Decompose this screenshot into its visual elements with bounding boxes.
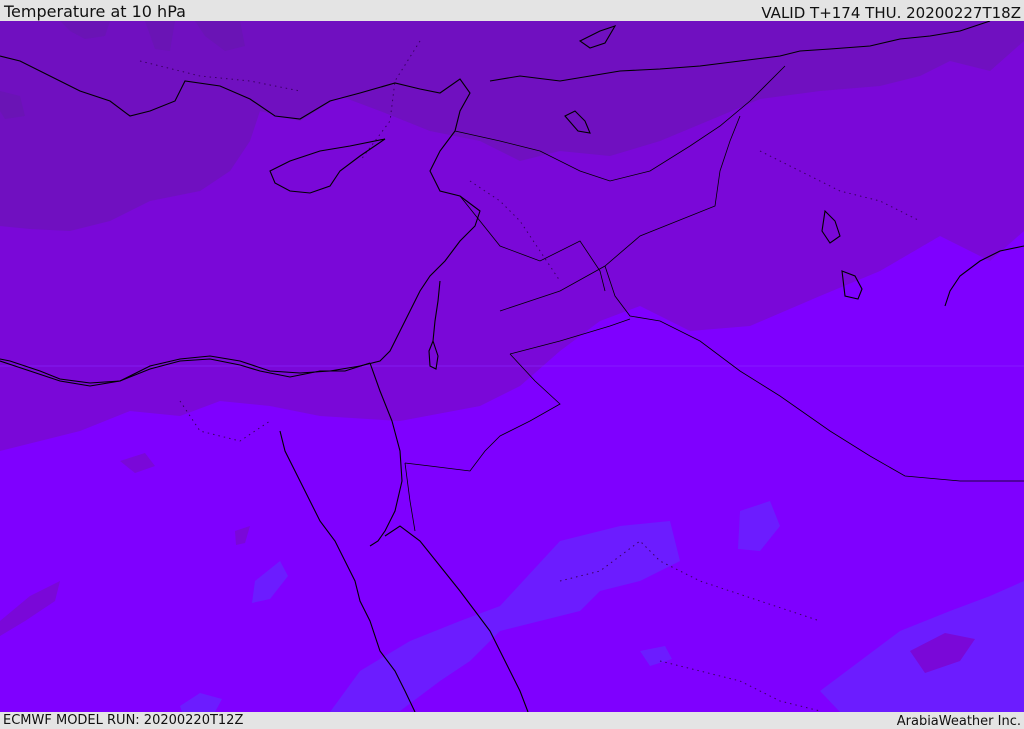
map-title: Temperature at 10 hPa	[4, 2, 186, 21]
model-run: ECMWF MODEL RUN: 20200220T12Z	[3, 713, 244, 728]
map-canvas[interactable]	[0, 21, 1024, 712]
valid-time: VALID T+174 THU. 20200227T18Z	[761, 4, 1021, 22]
footer-bar: ECMWF MODEL RUN: 20200220T12Z ArabiaWeat…	[0, 712, 1024, 729]
header-bar: Temperature at 10 hPa VALID T+174 THU. 2…	[0, 0, 1024, 22]
credit-text: ArabiaWeather Inc.	[896, 714, 1021, 729]
